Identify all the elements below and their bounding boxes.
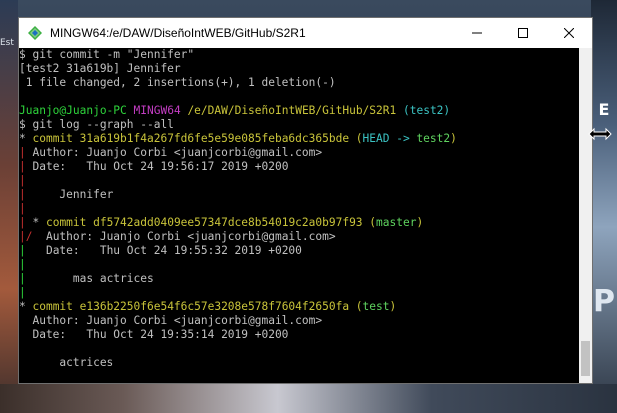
terminal-text-segment: MINGW64 [133,104,181,117]
terminal-text-segment: | [19,286,26,299]
terminal-text-segment: | [19,244,40,257]
terminal-line: | Author: Juanjo Corbi <juanjcorbi@gmail… [19,146,322,160]
terminal-text-segment: mas actrices [39,272,154,285]
terminal-line: $ git log --graph --all [19,118,174,132]
terminal-line: | * commit df5742add0409ee57347dce8b5401… [19,216,423,230]
terminal-line: 1 file changed, 2 insertions(+), 1 delet… [19,76,336,90]
terminal-text-segment: Date: Thu Oct 24 19:35:14 2019 +0200 [19,328,289,341]
terminal-line: [test2 31a619b] Jennifer [19,62,181,76]
terminal-text-segment: | [19,160,33,173]
terminal-text-segment: Juanjo@Juanjo-PC [19,104,127,117]
terminal-line: * commit 31a619b1f4a267fd6fe5e59e085feba… [19,132,457,146]
terminal-line: | [19,286,26,300]
terminal-text-segment: [test2 31a619b] Jennifer [19,62,181,75]
terminal-text-segment: | [19,272,40,285]
terminal-text-segment: ( [362,216,377,229]
terminal-line: * commit e136b2250f6e54f6c57e3208e578f76… [19,300,396,314]
desktop-background: Est E P MINGW64:/e/DAW/DiseñoIntWEB/GitH… [0,0,617,413]
terminal-text-segment: |/ [19,230,40,243]
terminal-line: | [19,174,26,188]
minimize-button[interactable] [454,18,500,48]
terminal-text-segment: test2 [416,132,451,145]
title-bar[interactable]: MINGW64:/e/DAW/DiseñoIntWEB/GitHub/S2R1 [19,18,592,48]
scrollbar-thumb[interactable] [581,341,590,376]
terminal-text-segment: master [376,216,417,229]
terminal-text-segment: Author: Juanjo Corbi <juanjcorbi@gmail.c… [39,230,336,243]
terminal-text-segment: commit e136b2250f6e54f6c57e3208e578f7604… [32,300,350,313]
terminal-text-segment: Author: Juanjo Corbi <juanjcorbi@gmail.c… [32,146,323,159]
terminal-line: Juanjo@Juanjo-PC MINGW64 /e/DAW/DiseñoIn… [19,104,450,118]
terminal-text-segment: | [19,216,33,229]
desktop-left-text: Est [0,38,14,48]
terminal-line: | Date: Thu Oct 24 19:56:17 2019 +0200 [19,160,288,174]
terminal-line: $ git commit -m "Jennifer" [19,48,194,62]
terminal-text-segment: commit 31a619b1f4a267fd6fe5e59e085feba6d… [32,132,350,145]
close-button[interactable] [546,18,592,48]
terminal-line: |/ Author: Juanjo Corbi <juanjcorbi@gmai… [19,230,336,244]
terminal-text-segment: (test2) [403,104,451,117]
terminal-line: Author: Juanjo Corbi <juanjcorbi@gmail.c… [19,314,322,328]
terminal-text-segment: Jennifer [32,188,114,201]
terminal-text-segment: * [32,216,46,229]
desktop-right-text-bottom: P [593,284,615,319]
desktop-wallpaper-left [0,0,18,413]
terminal-window[interactable]: MINGW64:/e/DAW/DiseñoIntWEB/GitHub/S2R1 … [18,17,593,384]
minimize-icon [472,32,482,34]
terminal-line: | Jennifer [19,188,113,202]
terminal-text-segment: ) [416,216,424,229]
vertical-scrollbar[interactable] [579,48,592,383]
desktop-right-text-top: E [598,100,610,119]
terminal-text-segment: Author: Juanjo Corbi <juanjcorbi@gmail.c… [19,314,323,327]
terminal-line: | [19,258,26,272]
terminal-text-segment: ) [450,132,457,145]
terminal-line: | [19,202,26,216]
terminal-text-segment: * [19,300,33,313]
terminal-text-segment: | [19,202,26,215]
maximize-button[interactable] [500,18,546,48]
terminal-line: | mas actrices [19,272,154,286]
terminal-line: | Date: Thu Oct 24 19:55:32 2019 +0200 [19,244,302,258]
maximize-icon [518,28,528,38]
window-title: MINGW64:/e/DAW/DiseñoIntWEB/GitHub/S2R1 [50,26,306,40]
resize-cursor-icon [588,127,612,141]
terminal-text-segment: actrices [19,356,114,369]
terminal-text-segment: 1 file changed, 2 insertions(+), 1 delet… [19,76,336,89]
terminal-text-segment: ) [389,300,397,313]
terminal-text-segment: HEAD -> [362,132,417,145]
terminal-text-segment: ( [349,300,363,313]
terminal-text-segment: | [19,188,33,201]
terminal-output[interactable]: $ git commit -m "Jennifer" [test2 31a619b… [19,48,579,383]
terminal-text-segment: | [19,258,26,271]
terminal-text-segment: commit df5742add0409ee57347dce8b54019c2a… [45,216,363,229]
terminal-text-segment: | [19,146,33,159]
desktop-wallpaper-right [591,0,617,413]
desktop-wallpaper-bottom [0,384,617,413]
terminal-text-segment: Date: Thu Oct 24 19:55:32 2019 +0200 [39,244,302,257]
terminal-text-segment: * [19,132,33,145]
terminal-text-segment: $ git log --graph --all [19,118,174,131]
close-icon [564,28,574,38]
terminal-text-segment: test [362,300,390,313]
terminal-line: actrices [19,356,113,370]
terminal-text-segment: ( [349,132,363,145]
terminal-text-segment: | [19,174,26,187]
git-bash-icon [28,26,42,40]
terminal-line: Date: Thu Oct 24 19:35:14 2019 +0200 [19,328,288,342]
terminal-text-segment: $ git commit -m "Jennifer" [19,48,195,61]
terminal-text-segment: Date: Thu Oct 24 19:56:17 2019 +0200 [32,160,289,173]
terminal-text-segment: /e/DAW/DiseñoIntWEB/GitHub/S2R1 [187,104,397,117]
